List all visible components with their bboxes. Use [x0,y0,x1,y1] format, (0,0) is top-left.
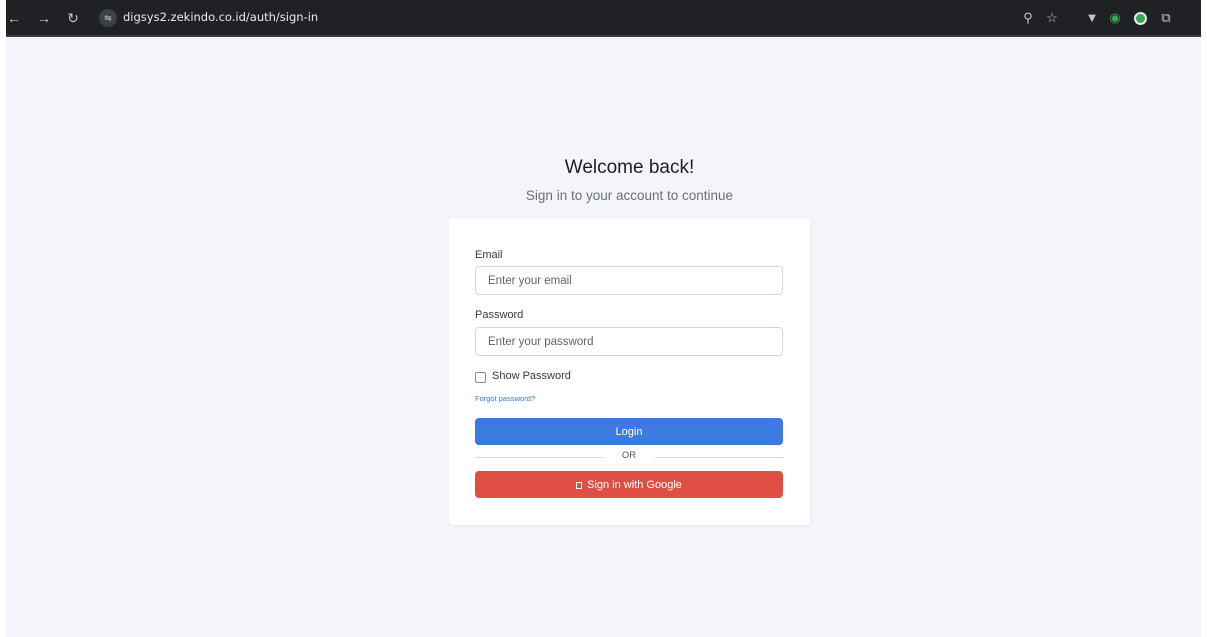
vuetify-extension-icon[interactable]: ▼ [1082,8,1102,28]
or-text: OR [621,450,637,461]
star-icon[interactable]: ☆ [1042,8,1062,28]
browser-toolbar: ← → ↻ ⇋ digsys2.zekindo.co.id/auth/sign-… [6,0,1201,37]
reload-icon[interactable]: ↻ [63,8,83,28]
eye-extension-icon[interactable]: ◉ [1105,8,1125,28]
show-password-label[interactable]: Show Password [492,370,571,382]
address-bar[interactable]: ⇋ digsys2.zekindo.co.id/auth/sign-in [94,5,1074,31]
or-divider: OR [475,450,783,464]
login-button[interactable]: Login [475,418,783,445]
page-content: Welcome back! Sign in to your account to… [6,37,1201,637]
zoom-icon[interactable]: ⚲ [1018,8,1038,28]
email-field[interactable] [475,266,783,295]
password-field[interactable] [475,327,783,356]
url-text[interactable]: digsys2.zekindo.co.id/auth/sign-in [123,10,318,24]
green-extension-icon[interactable] [1130,8,1150,28]
email-label: Email [475,249,503,261]
google-icon [576,481,583,489]
show-password-checkbox[interactable] [475,372,486,383]
google-signin-label: Sign in with Google [587,478,682,491]
forgot-password-link[interactable]: Forgot password? [475,394,535,403]
page-title: Welcome back! [564,157,695,178]
site-info-icon[interactable]: ⇋ [99,9,117,27]
google-signin-button[interactable]: Sign in with Google [475,471,783,498]
password-label: Password [475,309,524,321]
puzzle-extensions-icon[interactable]: ⧉ [1156,8,1176,28]
back-arrow-icon[interactable]: ← [6,8,24,28]
browser-window: ← → ↻ ⇋ digsys2.zekindo.co.id/auth/sign-… [6,0,1201,637]
forward-arrow-icon[interactable]: → [34,8,54,28]
page-subtitle: Sign in to your account to continue [525,188,734,203]
login-card: Email Password Show Password Forgot pass… [449,218,810,525]
